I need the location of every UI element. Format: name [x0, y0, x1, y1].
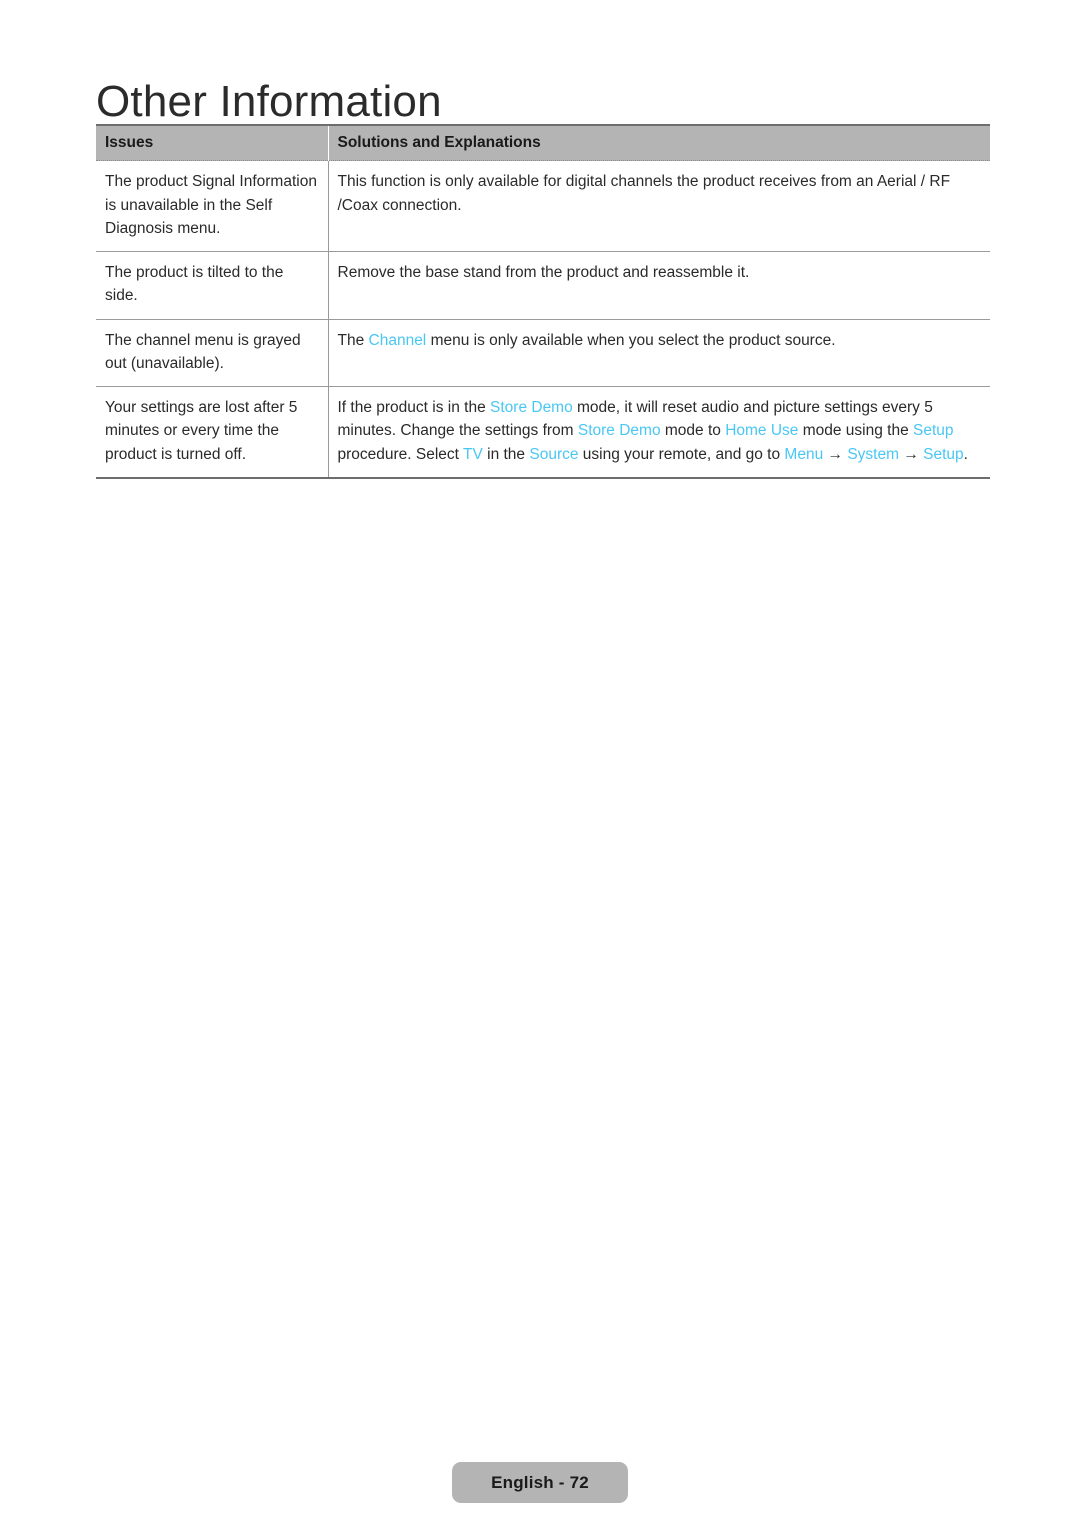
solution-text: mode using the: [798, 422, 914, 440]
highlighted-term: Store Demo: [577, 422, 661, 440]
highlighted-term: Menu: [784, 445, 824, 463]
cell-solution: This function is only available for digi…: [328, 160, 990, 253]
highlighted-term: Setup: [913, 422, 954, 440]
table-row: The product is tilted to the side. Remove…: [96, 251, 990, 320]
solution-text: If the product is in the: [337, 399, 491, 417]
solution-text: Remove the base stand from the product a…: [337, 264, 750, 282]
cell-issue: The channel menu is grayed out (unavaila…: [96, 319, 329, 388]
issues-table: Issues Solutions and Explanations The pr…: [96, 124, 990, 479]
page-title: Other Information: [96, 77, 442, 127]
document-page: Other Information Issues Solutions and E…: [0, 0, 1080, 1534]
solution-text: in the: [482, 445, 530, 463]
table-row: Your settings are lost after 5 minutes o…: [96, 386, 990, 479]
solution-text: menu is only available when you select t…: [426, 331, 836, 349]
cell-issue: The product is tilted to the side.: [96, 251, 329, 320]
cell-issue: The product Signal Information is unavai…: [96, 160, 329, 253]
column-header-solutions: Solutions and Explanations: [328, 124, 990, 162]
solution-text: .: [963, 445, 968, 463]
highlighted-term: Home Use: [725, 422, 799, 440]
footer-page-label: English - 72: [491, 1472, 589, 1492]
cell-solution: The Channel menu is only available when …: [328, 319, 990, 388]
solution-text: procedure. Select: [337, 445, 464, 463]
solution-text: This function is only available for digi…: [337, 173, 951, 214]
cell-solution: Remove the base stand from the product a…: [328, 251, 990, 320]
cell-issue: Your settings are lost after 5 minutes o…: [96, 386, 329, 479]
column-header-issues: Issues: [96, 124, 329, 162]
highlighted-term: Source: [529, 445, 579, 463]
solution-text: The: [337, 331, 369, 349]
cell-solution: If the product is in the Store Demo mode…: [328, 386, 990, 479]
table-row: The channel menu is grayed out (unavaila…: [96, 319, 990, 388]
highlighted-term: Setup: [923, 445, 964, 463]
highlighted-term: Store Demo: [490, 399, 573, 417]
highlighted-term: System: [847, 445, 900, 463]
table-body: The product Signal Information is unavai…: [96, 160, 990, 479]
solution-text: using your remote, and go to: [578, 445, 785, 463]
highlighted-term: Channel: [368, 331, 427, 349]
table-row: The product Signal Information is unavai…: [96, 160, 990, 253]
page-footer-badge: English - 72: [452, 1462, 628, 1503]
solution-text: →: [823, 445, 848, 463]
issues-table-container: Issues Solutions and Explanations The pr…: [96, 124, 990, 479]
solution-text: →: [899, 445, 924, 463]
solution-text: mode to: [660, 422, 726, 440]
table-header: Issues Solutions and Explanations: [96, 124, 990, 162]
highlighted-term: TV: [463, 445, 483, 463]
table-header-row: Issues Solutions and Explanations: [96, 124, 990, 162]
